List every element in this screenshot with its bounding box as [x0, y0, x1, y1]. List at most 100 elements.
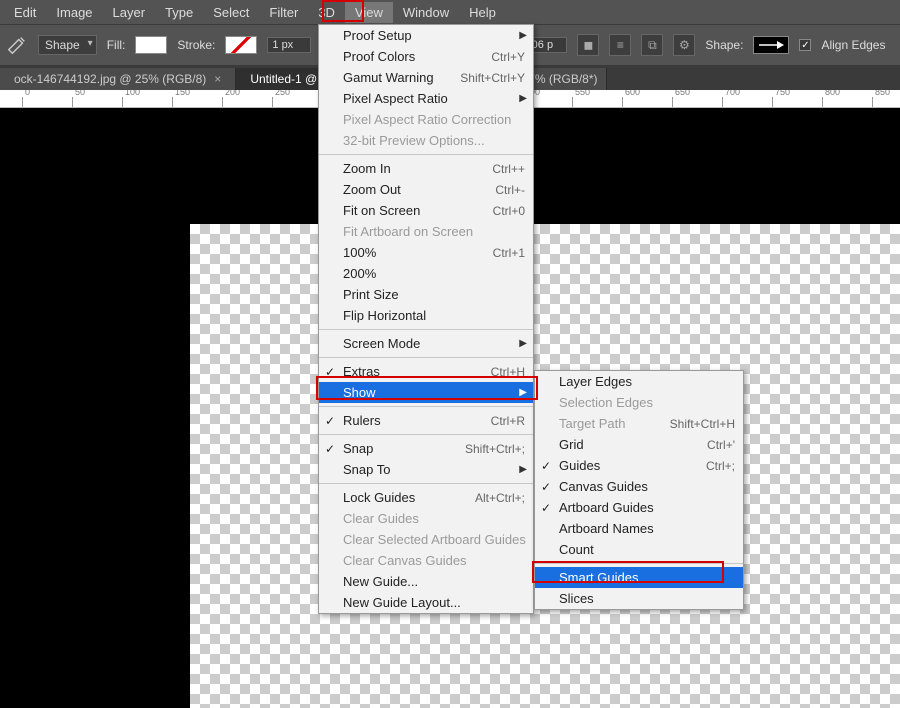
fill-swatch[interactable] [135, 36, 167, 54]
menu-view[interactable]: View [345, 2, 393, 23]
show-item-smart-guides[interactable]: Smart Guides [535, 567, 743, 588]
menu-filter[interactable]: Filter [259, 2, 308, 23]
check-icon: ✓ [541, 480, 551, 494]
menu-item-label: Guides [559, 458, 600, 473]
shape-label: Shape: [705, 38, 743, 52]
close-icon[interactable]: × [214, 72, 221, 86]
view-item-rulers[interactable]: ✓RulersCtrl+R [319, 410, 533, 431]
submenu-arrow-icon: ▶ [519, 338, 527, 349]
show-item-count[interactable]: Count [535, 539, 743, 560]
menu-item-label: Clear Guides [343, 511, 419, 526]
menu-item-label: Rulers [343, 413, 381, 428]
submenu-arrow-icon: ▶ [519, 30, 527, 41]
shortcut-label: Ctrl+- [495, 183, 525, 197]
shortcut-label: Ctrl+0 [493, 204, 525, 218]
menubar: EditImageLayerTypeSelectFilter3DViewWind… [0, 0, 900, 24]
menu-item-label: Extras [343, 364, 380, 379]
menu-item-label: Zoom In [343, 161, 391, 176]
view-item-pixel-aspect-ratio[interactable]: Pixel Aspect Ratio▶ [319, 88, 533, 109]
align-icon[interactable]: ≡ [609, 34, 631, 56]
view-item-print-size[interactable]: Print Size [319, 284, 533, 305]
check-icon: ✓ [541, 459, 551, 473]
menu-item-label: 100% [343, 245, 376, 260]
submenu-arrow-icon: ▶ [519, 93, 527, 104]
fill-label: Fill: [107, 38, 126, 52]
menu-item-label: 200% [343, 266, 376, 281]
view-item-lock-guides[interactable]: Lock Guides Alt+Ctrl+; [319, 487, 533, 508]
show-item-target-path: Target PathShift+Ctrl+H [535, 413, 743, 434]
menu-item-label: Snap [343, 441, 373, 456]
menu-image[interactable]: Image [46, 2, 102, 23]
view-item-new-guide-[interactable]: New Guide... [319, 571, 533, 592]
show-item-artboard-names[interactable]: Artboard Names [535, 518, 743, 539]
gear-icon[interactable]: ⚙ [673, 34, 695, 56]
shortcut-label: Alt+Ctrl+; [475, 491, 525, 505]
show-item-canvas-guides[interactable]: ✓Canvas Guides [535, 476, 743, 497]
shape-arrow-swatch[interactable] [753, 36, 789, 54]
close-icon[interactable]: × [606, 72, 608, 86]
menu-item-label: New Guide Layout... [343, 595, 461, 610]
align-edges-label: Align Edges [821, 38, 885, 52]
menu-item-label: Slices [559, 591, 594, 606]
stroke-width-field[interactable]: 1 px [267, 37, 311, 53]
shortcut-label: Ctrl+Y [491, 50, 525, 64]
shape-mode-dropdown[interactable]: Shape [38, 35, 97, 55]
view-item-gamut-warning[interactable]: Gamut WarningShift+Ctrl+Y [319, 67, 533, 88]
view-item-proof-colors[interactable]: Proof Colors Ctrl+Y [319, 46, 533, 67]
view-item-zoom-in[interactable]: Zoom InCtrl++ [319, 158, 533, 179]
menu-item-label: Flip Horizontal [343, 308, 426, 323]
view-item-clear-guides: Clear Guides [319, 508, 533, 529]
menu-edit[interactable]: Edit [4, 2, 46, 23]
view-item-snap[interactable]: ✓SnapShift+Ctrl+; [319, 438, 533, 459]
align-edges-checkbox[interactable]: ✓ [799, 39, 811, 51]
shortcut-label: Ctrl+H [491, 365, 525, 379]
view-item-200-[interactable]: 200% [319, 263, 533, 284]
menu-item-label: Zoom Out [343, 182, 401, 197]
menu-type[interactable]: Type [155, 2, 203, 23]
menu-item-label: Lock Guides [343, 490, 415, 505]
menu-layer[interactable]: Layer [103, 2, 156, 23]
menu-window[interactable]: Window [393, 2, 459, 23]
stroke-swatch[interactable] [225, 36, 257, 54]
view-item-extras[interactable]: ✓ExtrasCtrl+H [319, 361, 533, 382]
menu-item-label: Gamut Warning [343, 70, 434, 85]
view-item-new-guide-layout-[interactable]: New Guide Layout... [319, 592, 533, 613]
document-tab[interactable]: ock-146744192.jpg @ 25% (RGB/8)× [0, 68, 236, 90]
show-item-artboard-guides[interactable]: ✓Artboard Guides [535, 497, 743, 518]
menu-item-label: Pixel Aspect Ratio Correction [343, 112, 511, 127]
menu-item-label: New Guide... [343, 574, 418, 589]
show-item-slices[interactable]: Slices [535, 588, 743, 609]
show-item-layer-edges[interactable]: Layer Edges [535, 371, 743, 392]
menu-item-label: Show [343, 385, 376, 400]
view-item-flip-horizontal[interactable]: Flip Horizontal [319, 305, 533, 326]
menu-item-label: Selection Edges [559, 395, 653, 410]
check-icon: ✓ [325, 414, 335, 428]
shortcut-label: Ctrl+1 [493, 246, 525, 260]
menu-item-label: Proof Colors [343, 49, 415, 64]
view-item-clear-canvas-guides: Clear Canvas Guides [319, 550, 533, 571]
path-ops-icon[interactable]: ◼ [577, 34, 599, 56]
menu-item-label: Layer Edges [559, 374, 632, 389]
menu-3d[interactable]: 3D [308, 2, 345, 23]
view-item-zoom-out[interactable]: Zoom Out Ctrl+- [319, 179, 533, 200]
menu-item-label: Clear Selected Artboard Guides [343, 532, 526, 547]
view-item-show[interactable]: Show▶ [319, 382, 533, 403]
menu-item-label: Artboard Names [559, 521, 654, 536]
show-item-grid[interactable]: GridCtrl+' [535, 434, 743, 455]
view-item-100-[interactable]: 100% Ctrl+1 [319, 242, 533, 263]
show-item-guides[interactable]: ✓GuidesCtrl+; [535, 455, 743, 476]
view-item-fit-on-screen[interactable]: Fit on ScreenCtrl+0 [319, 200, 533, 221]
menu-item-label: Print Size [343, 287, 399, 302]
shortcut-label: Shift+Ctrl+; [465, 442, 525, 456]
arrange-icon[interactable]: ⧉ [641, 34, 663, 56]
menu-select[interactable]: Select [203, 2, 259, 23]
view-item-screen-mode[interactable]: Screen Mode▶ [319, 333, 533, 354]
menu-item-label: Clear Canvas Guides [343, 553, 467, 568]
line-tool-icon [6, 34, 28, 56]
view-item-proof-setup[interactable]: Proof Setup▶ [319, 25, 533, 46]
menu-item-label: Smart Guides [559, 570, 638, 585]
menu-item-label: Target Path [559, 416, 626, 431]
view-item-snap-to[interactable]: Snap To▶ [319, 459, 533, 480]
menu-help[interactable]: Help [459, 2, 506, 23]
shortcut-label: Ctrl+' [707, 438, 735, 452]
